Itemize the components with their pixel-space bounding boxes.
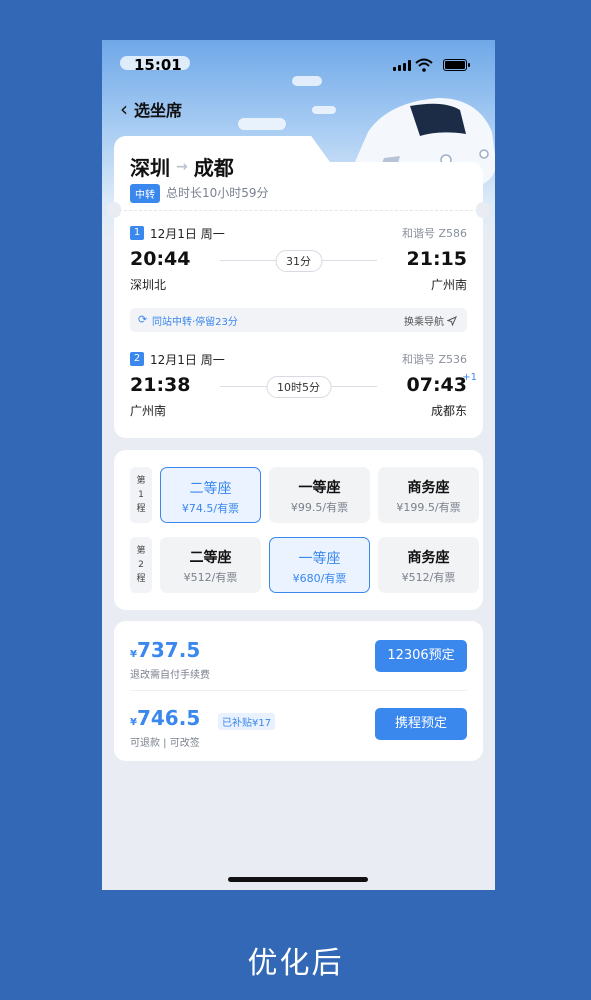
seat-option[interactable]: 二等座 ¥512/有票 <box>160 537 261 593</box>
ticket-notch <box>107 202 121 218</box>
route-title: 深圳 → 成都 <box>130 152 234 181</box>
seat-price: ¥74.5/有票 <box>181 502 240 515</box>
status-time: 15:01 <box>134 56 182 74</box>
seat-price: ¥199.5/有票 <box>396 501 461 514</box>
leg-date: 12月1日 周一 <box>150 353 225 367</box>
price-note: 退改需自付手续费 <box>130 670 210 681</box>
seat-name: 商务座 <box>407 480 450 496</box>
price-option: ¥737.5 退改需自付手续费 12306预定 <box>130 638 467 698</box>
next-day-badge: +1 <box>462 372 477 383</box>
seat-option[interactable]: 一等座 ¥99.5/有票 <box>269 467 370 523</box>
caption: 优化后 <box>247 946 344 981</box>
leg-date: 12月1日 周一 <box>150 227 225 241</box>
seat-selection-card: 第 1 程 二等座 ¥74.5/有票 一等座 ¥99.5/有票 商务座 ¥199… <box>114 450 483 610</box>
train-number: 和谐号 Z536 <box>401 353 467 366</box>
book-ctrip-button[interactable]: 携程预定 <box>375 708 467 740</box>
transfer-nav-label: 换乘导航 <box>404 317 444 328</box>
departure-station: 深圳北 <box>130 278 167 292</box>
refresh-icon: ⟳ <box>138 313 148 326</box>
status-bar: 15:01 <box>102 54 495 78</box>
destination-city: 成都 <box>193 156 234 180</box>
segment-label-text: 第 1 程 <box>136 476 146 514</box>
seat-price: ¥512/有票 <box>401 571 456 584</box>
price-amount: ¥737.5 <box>130 638 201 662</box>
seat-option[interactable]: 商务座 ¥512/有票 <box>378 537 479 593</box>
departure-time: 20:44 <box>130 248 191 270</box>
departure-station: 广州南 <box>130 404 167 418</box>
seat-option[interactable]: 商务座 ¥199.5/有票 <box>378 467 479 523</box>
arrival-station: 广州南 <box>430 278 467 292</box>
seat-option[interactable]: 二等座 ¥74.5/有票 <box>160 467 261 523</box>
battery-icon <box>443 59 470 71</box>
navigation-arrow-icon <box>447 315 457 326</box>
origin-city: 深圳 <box>130 156 170 180</box>
seat-name: 二等座 <box>189 550 232 566</box>
arrival-time: 21:15 <box>406 248 467 270</box>
chevron-left-icon[interactable]: ‹ <box>120 99 128 119</box>
seat-row-2: 第 2 程 二等座 ¥512/有票 一等座 ¥680/有票 商务座 ¥512/有… <box>130 537 483 593</box>
total-duration: 总时长10小时59分 <box>166 186 269 200</box>
departure-time: 21:38 <box>130 374 191 396</box>
seat-row-1: 第 1 程 二等座 ¥74.5/有票 一等座 ¥99.5/有票 商务座 ¥199… <box>130 467 483 523</box>
seat-name: 二等座 <box>189 481 232 497</box>
transfer-text: 同站中转·停留23分 <box>152 317 238 328</box>
home-indicator[interactable] <box>228 877 368 882</box>
seat-price: ¥680/有票 <box>292 572 347 585</box>
transfer-info-bar[interactable]: ⟳ 同站中转·停留23分 换乘导航 <box>130 308 467 332</box>
leg-duration: 31分 <box>275 250 322 272</box>
wifi-icon <box>415 58 433 72</box>
phone-screen: 15:01 ‹ 选坐席 深圳 → 成都 中转 总时长10小时59分 1 12月1… <box>102 40 495 890</box>
leg-number: 2 <box>130 352 144 366</box>
ticket-notch <box>476 202 490 218</box>
divider <box>114 210 483 211</box>
seat-name: 商务座 <box>407 550 450 566</box>
arrival-station: 成都东 <box>430 404 467 418</box>
arrow-right-icon: → <box>176 158 188 175</box>
train-number: 和谐号 Z586 <box>401 227 467 240</box>
route-card: 深圳 → 成都 中转 总时长10小时59分 1 12月1日 周一 和谐号 Z58… <box>107 156 490 438</box>
price-note: 可退款 | 可改签 <box>130 738 200 749</box>
divider <box>130 690 467 691</box>
page-title: 选坐席 <box>134 101 183 120</box>
book-12306-button[interactable]: 12306预定 <box>375 640 467 672</box>
booking-card: ¥737.5 退改需自付手续费 12306预定 ¥746.5 已补贴¥17 可退… <box>114 621 483 761</box>
transfer-nav-link[interactable]: 换乘导航 <box>404 313 457 328</box>
leg-duration: 10时5分 <box>266 376 331 398</box>
signal-icon <box>393 60 411 71</box>
transfer-badge: 中转 <box>130 184 160 203</box>
seat-price: ¥512/有票 <box>183 571 238 584</box>
seat-price: ¥99.5/有票 <box>290 501 349 514</box>
seat-option[interactable]: 一等座 ¥680/有票 <box>269 537 370 593</box>
seat-name: 一等座 <box>298 551 341 567</box>
segment-label: 第 2 程 <box>130 537 152 593</box>
arrival-time: 07:43 <box>406 374 467 396</box>
subsidy-badge: 已补贴¥17 <box>218 713 276 730</box>
seat-name: 一等座 <box>298 480 341 496</box>
segment-label: 第 1 程 <box>130 467 152 523</box>
price-option: ¥746.5 已补贴¥17 可退款 | 可改签 携程预定 <box>130 706 467 766</box>
leg-number: 1 <box>130 226 144 240</box>
segment-label-text: 第 2 程 <box>136 546 146 584</box>
price-amount: ¥746.5 <box>130 706 201 730</box>
cloud <box>238 118 286 130</box>
nav-bar: ‹ 选坐席 <box>120 98 182 120</box>
